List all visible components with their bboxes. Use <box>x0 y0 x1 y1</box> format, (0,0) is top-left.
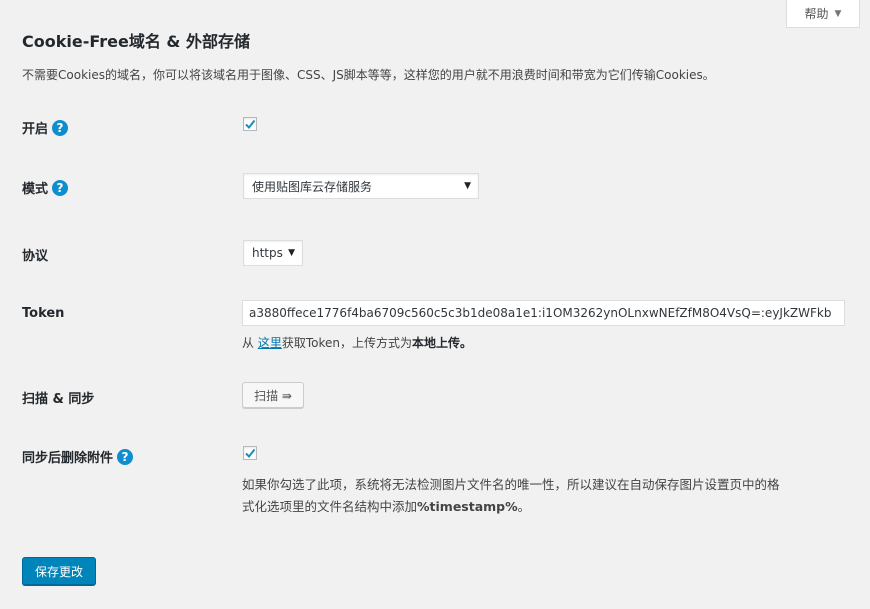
token-input-value: a3880ffece1776f4ba6709c560c5c3b1de08a1e1… <box>249 306 832 320</box>
scan-row-label: 扫描 & 同步 <box>22 388 94 407</box>
dropdown-arrow-icon: ▼ <box>464 181 471 191</box>
enable-label: 开启 <box>22 122 49 137</box>
dropdown-arrow-icon: ▼ <box>288 248 295 258</box>
token-note-middle: 获取Token，上传方式为 <box>281 336 412 350</box>
delete-after-sync-note: 如果你勾选了此项，系统将无法检测图片文件名的唯一性，所以建议在自动保存图片设置页… <box>242 474 848 518</box>
question-icon[interactable]: ? <box>117 448 134 465</box>
help-tab[interactable]: 帮助 ▼ <box>786 0 860 28</box>
page-title: Cookie-Free域名 & 外部存储 <box>22 32 250 51</box>
enable-row-label: 开启 ? <box>22 118 69 137</box>
protocol-select-value: https <box>252 246 283 260</box>
help-tab-label: 帮助 <box>804 7 829 21</box>
sync-note-line1: 如果你勾选了此项，系统将无法检测图片文件名的唯一性，所以建议在自动保存图片设置页… <box>242 477 780 492</box>
token-note: 从 这里获取Token，上传方式为本地上传。 <box>242 334 472 351</box>
token-row-label: Token <box>22 306 64 321</box>
token-note-bold: 本地上传。 <box>412 336 473 350</box>
sync-note-line2-prefix: 式化选项里的文件名结构中添加 <box>242 499 418 514</box>
delete-after-sync-row-label: 同步后删除附件 ? <box>22 447 134 466</box>
sync-note-line2: 式化选项里的文件名结构中添加%timestamp%。 <box>242 496 848 518</box>
scan-button[interactable]: 扫描 ⇛ <box>242 382 304 408</box>
mode-select[interactable]: 使用贴图库云存储服务 ▼ <box>243 173 479 199</box>
page-description: 不需要Cookies的域名，你可以将该域名用于图像、CSS、JS脚本等等，这样您… <box>22 68 715 82</box>
checkmark-icon <box>245 448 256 459</box>
delete-after-sync-checkbox[interactable] <box>243 446 257 460</box>
delete-after-sync-label: 同步后删除附件 <box>22 451 114 466</box>
token-input[interactable]: a3880ffece1776f4ba6709c560c5c3b1de08a1e1… <box>242 300 845 326</box>
token-label: Token <box>22 306 65 321</box>
checkmark-icon <box>245 119 256 130</box>
token-link[interactable]: 这里 <box>258 336 282 350</box>
scan-label: 扫描 & 同步 <box>22 392 95 407</box>
protocol-row-label: 协议 <box>22 245 48 264</box>
scan-button-label: 扫描 ⇛ <box>254 388 292 403</box>
sync-note-line2-suffix: 。 <box>517 499 531 514</box>
timestamp-token: %timestamp% <box>417 499 518 514</box>
protocol-select[interactable]: https ▼ <box>243 240 303 266</box>
save-button[interactable]: 保存更改 <box>22 557 96 585</box>
caret-down-icon: ▼ <box>834 8 842 19</box>
mode-row-label: 模式 ? <box>22 178 69 197</box>
question-icon[interactable]: ? <box>52 119 69 136</box>
mode-select-value: 使用贴图库云存储服务 <box>252 179 373 194</box>
token-note-prefix: 从 <box>242 336 258 350</box>
mode-label: 模式 <box>22 182 49 197</box>
protocol-label: 协议 <box>22 249 49 264</box>
question-icon[interactable]: ? <box>52 179 69 196</box>
enable-checkbox[interactable] <box>243 117 257 131</box>
save-button-label: 保存更改 <box>34 564 83 579</box>
